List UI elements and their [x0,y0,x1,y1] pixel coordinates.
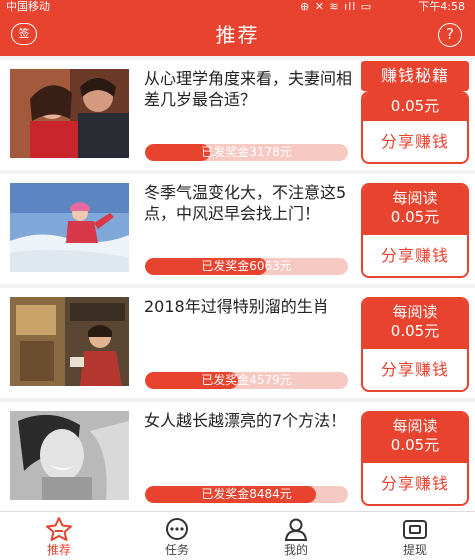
reward-rate: 每阅读 0.05元 [363,185,467,235]
tab-tasks[interactable]: 任务 [118,512,236,560]
reward-rate: 每阅读 0.05元 [363,299,467,349]
carrier-name: 中国移动 [6,0,50,13]
article-headline[interactable]: 2018年过得特别溜的生肖 [144,296,352,317]
tab-label: 任务 [164,543,189,557]
reward-rate-label: 每阅读 [392,189,438,207]
bonus-amount: 已发奖金3178元 [201,145,292,159]
status-icons: ⊕ ✕ ≋ ıll ▭ [300,0,373,13]
tab-mine[interactable]: 我的 [237,512,355,560]
tab-recommend[interactable]: 推荐 [0,512,118,560]
article-card[interactable]: 冬季气温变化大，不注意这5点，中风迟早会找上门！ 已发奖金6063元 每阅读 0… [0,174,475,284]
reward-box: 每阅读 0.05元 分享赚钱 [361,297,469,392]
article-card[interactable]: 女人越长越漂亮的7个方法！ 已发奖金8484元 每阅读 0.05元 分享赚钱 [0,402,475,512]
share-earn-button[interactable]: 分享赚钱 [363,235,467,276]
article-thumbnail[interactable] [10,69,129,158]
reward-rate-label: 每阅读 [392,303,438,321]
reward-box: 0.05元 分享赚钱 [361,91,469,164]
page-title: 推荐 [215,23,260,47]
reward-rate-value: 0.05元 [390,322,440,340]
status-bar: 中国移动 ⊕ ✕ ≋ ıll ▭ 下午4:58 [0,0,475,14]
article-headline[interactable]: 女人越长越漂亮的7个方法！ [144,410,352,431]
reward-rate-value: 0.05元 [390,208,440,226]
tab-label: 推荐 [46,543,71,557]
article-card[interactable]: 2018年过得特别溜的生肖 已发奖金4579元 每阅读 0.05元 分享赚钱 [0,288,475,398]
bonus-amount: 已发奖金6063元 [201,259,292,273]
bonus-progress-bar: 已发奖金3178元 [145,144,348,161]
article-thumbnail[interactable] [10,411,129,500]
bottom-tab-bar: 推荐 任务 我的 提现 [0,511,475,560]
share-earn-button[interactable]: 分享赚钱 [363,463,467,504]
reward-box: 每阅读 0.05元 分享赚钱 [361,411,469,506]
article-headline[interactable]: 从心理学角度来看，夫妻间相差几岁最合适？ [144,68,352,110]
person-icon [284,518,308,541]
tab-withdraw[interactable]: 提现 [356,512,474,560]
bonus-amount: 已发奖金8484元 [201,487,292,501]
share-earn-button[interactable]: 分享赚钱 [363,121,467,162]
article-headline[interactable]: 冬季气温变化大，不注意这5点，中风迟早会找上门！ [144,182,352,224]
reward-box: 每阅读 0.05元 分享赚钱 [361,183,469,278]
task-icon [166,518,188,540]
bonus-progress-bar: 已发奖金6063元 [145,258,348,275]
star-icon [46,517,72,541]
tab-label: 提现 [402,543,427,557]
share-earn-button[interactable]: 分享赚钱 [363,349,467,390]
reward-rate: 0.05元 [363,93,467,121]
tab-label: 我的 [283,543,308,557]
status-time: 下午4:58 [418,0,465,13]
reward-rate-value: 0.05元 [390,97,440,115]
earning-secrets-button[interactable]: 赚钱秘籍 [361,61,469,91]
reward-rate-value: 0.05元 [390,436,440,454]
bonus-progress-bar: 已发奖金4579元 [145,372,348,389]
title-bar: 签 推荐 ? [0,14,475,56]
bonus-progress-bar: 已发奖金8484元 [145,486,348,503]
reward-rate-label: 每阅读 [392,417,438,435]
withdraw-icon [403,520,427,539]
article-thumbnail[interactable] [10,297,129,386]
article-thumbnail[interactable] [10,183,129,272]
help-button[interactable]: ? [438,23,462,47]
reward-rate: 每阅读 0.05元 [363,413,467,463]
bonus-amount: 已发奖金4579元 [201,373,292,387]
